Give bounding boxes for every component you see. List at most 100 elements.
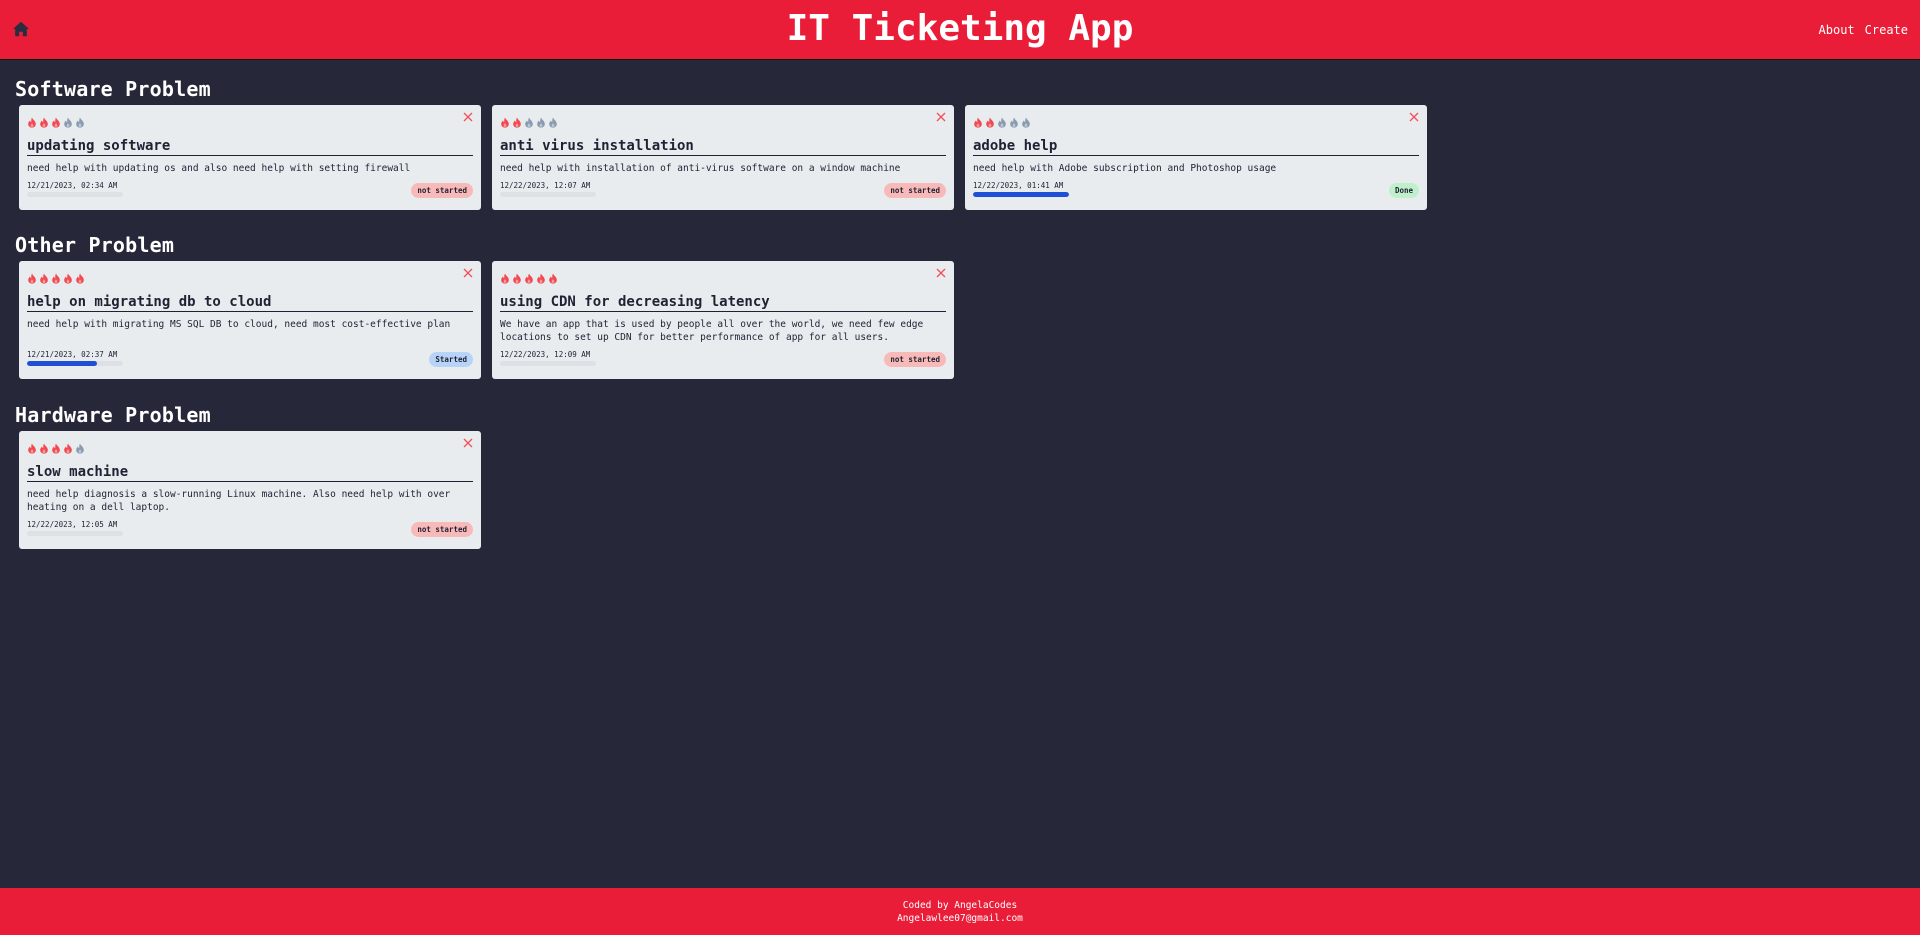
- section-title: Hardware Problem: [15, 403, 211, 427]
- priority-flame-icon: [27, 269, 37, 284]
- section-software: Software Problem updating software need h…: [15, 77, 1427, 210]
- ticket-description: need help with migrating MS SQL DB to cl…: [27, 319, 451, 330]
- progress-fill: [973, 192, 1069, 197]
- ticket-footer: 12/21/2023, 02:37 AM Started: [27, 350, 473, 372]
- priority-indicator: [973, 113, 1419, 128]
- priority-indicator: [500, 113, 946, 128]
- priority-flame-icon: [536, 113, 546, 128]
- delete-ticket-icon[interactable]: [463, 112, 473, 122]
- priority-flame-icon: [51, 439, 61, 454]
- progress-bar: [27, 361, 123, 366]
- ticket-description: need help with Adobe subscription and Ph…: [973, 163, 1277, 174]
- ticket-description: need help diagnosis a slow-running Linux…: [27, 489, 451, 513]
- ticket-list: updating software need help with updating…: [19, 105, 1427, 210]
- priority-flame-icon: [27, 439, 37, 454]
- ticket-footer: 12/22/2023, 01:41 AM Done: [973, 181, 1419, 203]
- ticket-card[interactable]: help on migrating db to cloud need help w…: [19, 261, 481, 379]
- ticket-card[interactable]: anti virus installation need help with in…: [492, 105, 954, 210]
- ticket-description: We have an app that is used by people al…: [500, 319, 924, 343]
- footer: Coded by AngelaCodes Angelawlee07@gmail.…: [0, 888, 1920, 935]
- ticket-title: updating software: [27, 138, 473, 156]
- priority-flame-icon: [548, 113, 558, 128]
- nav-links: About Create: [1819, 23, 1908, 37]
- priority-flame-icon: [27, 113, 37, 128]
- priority-flame-icon: [51, 269, 61, 284]
- priority-flame-icon: [39, 113, 49, 128]
- ticket-card[interactable]: updating software need help with updating…: [19, 105, 481, 210]
- priority-indicator: [500, 269, 946, 284]
- ticket-list: help on migrating db to cloud need help w…: [19, 261, 954, 379]
- delete-ticket-icon[interactable]: [1409, 112, 1419, 122]
- section-hardware: Hardware Problem slow machine need help d…: [15, 403, 481, 549]
- priority-indicator: [27, 439, 473, 454]
- ticket-date: 12/21/2023, 02:34 AM: [27, 181, 118, 190]
- priority-flame-icon: [39, 439, 49, 454]
- ticket-title: slow machine: [27, 464, 473, 482]
- ticket-footer: 12/22/2023, 12:09 AM not started: [500, 350, 946, 372]
- progress-bar: [500, 192, 596, 197]
- status-badge: not started: [411, 522, 473, 537]
- status-badge: Done: [1388, 183, 1419, 198]
- priority-flame-icon: [75, 269, 85, 284]
- priority-flame-icon: [63, 113, 73, 128]
- priority-flame-icon: [63, 439, 73, 454]
- priority-indicator: [27, 113, 473, 128]
- ticket-footer: 12/22/2023, 12:07 AM not started: [500, 181, 946, 203]
- priority-flame-icon: [63, 269, 73, 284]
- progress-fill: [27, 361, 98, 366]
- navbar: IT Ticketing App About Create: [0, 0, 1920, 60]
- priority-flame-icon: [548, 269, 558, 284]
- nav-link-create[interactable]: Create: [1865, 23, 1908, 37]
- progress-bar: [973, 192, 1069, 197]
- section-other: Other Problem help on migrating db to cl…: [15, 233, 954, 379]
- priority-flame-icon: [524, 269, 534, 284]
- section-title: Software Problem: [15, 77, 211, 101]
- delete-ticket-icon[interactable]: [936, 268, 946, 278]
- nav-link-about[interactable]: About: [1819, 23, 1855, 37]
- progress-bar: [27, 531, 123, 536]
- priority-indicator: [27, 269, 473, 284]
- ticket-title: adobe help: [973, 138, 1419, 156]
- priority-flame-icon: [500, 113, 510, 128]
- ticket-list: slow machine need help diagnosis a slow-r…: [19, 431, 481, 549]
- priority-flame-icon: [39, 269, 49, 284]
- ticket-footer: 12/22/2023, 12:05 AM not started: [27, 520, 473, 542]
- ticket-date: 12/21/2023, 02:37 AM: [27, 350, 118, 359]
- ticket-card[interactable]: adobe help need help with Adobe subscript…: [965, 105, 1427, 210]
- section-title: Other Problem: [15, 233, 175, 257]
- priority-flame-icon: [51, 113, 61, 128]
- footer-email: Angelawlee07@gmail.com: [897, 913, 1023, 924]
- ticket-title: using CDN for decreasing latency: [500, 294, 946, 312]
- priority-flame-icon: [512, 269, 522, 284]
- footer-credit: Coded by AngelaCodes: [902, 900, 1018, 911]
- app-title: IT Ticketing App: [786, 8, 1134, 49]
- ticket-date: 12/22/2023, 12:05 AM: [27, 520, 118, 529]
- priority-flame-icon: [512, 113, 522, 128]
- priority-flame-icon: [75, 439, 85, 454]
- priority-flame-icon: [1009, 113, 1019, 128]
- ticket-date: 12/22/2023, 12:07 AM: [500, 181, 591, 190]
- status-badge: not started: [411, 183, 473, 198]
- ticket-card[interactable]: slow machine need help diagnosis a slow-r…: [19, 431, 481, 549]
- ticket-footer: 12/21/2023, 02:34 AM not started: [27, 181, 473, 203]
- delete-ticket-icon[interactable]: [463, 438, 473, 448]
- priority-flame-icon: [985, 113, 995, 128]
- priority-flame-icon: [1021, 113, 1031, 128]
- ticket-title: anti virus installation: [500, 138, 946, 156]
- ticket-description: need help with installation of anti-viru…: [500, 163, 901, 174]
- status-badge: not started: [884, 183, 946, 198]
- progress-bar: [500, 361, 596, 366]
- ticket-description: need help with updating os and also need…: [27, 163, 411, 174]
- home-icon[interactable]: [12, 20, 30, 38]
- priority-flame-icon: [524, 113, 534, 128]
- priority-flame-icon: [500, 269, 510, 284]
- priority-flame-icon: [997, 113, 1007, 128]
- delete-ticket-icon[interactable]: [463, 268, 473, 278]
- priority-flame-icon: [75, 113, 85, 128]
- ticket-date: 12/22/2023, 01:41 AM: [973, 181, 1064, 190]
- status-badge: not started: [884, 352, 946, 367]
- priority-flame-icon: [536, 269, 546, 284]
- delete-ticket-icon[interactable]: [936, 112, 946, 122]
- ticket-card[interactable]: using CDN for decreasing latency We have …: [492, 261, 954, 379]
- priority-flame-icon: [973, 113, 983, 128]
